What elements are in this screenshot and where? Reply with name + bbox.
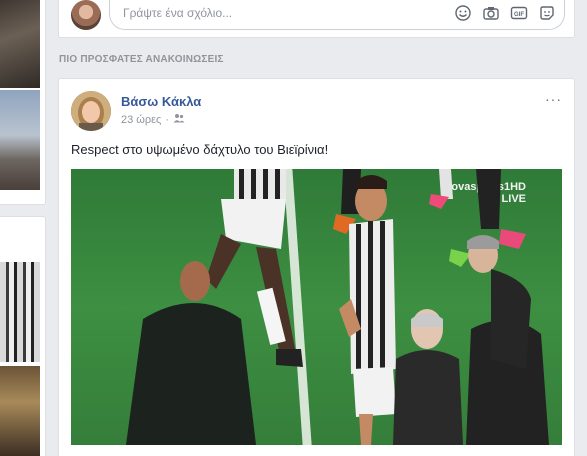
svg-text:GIF: GIF [514,12,524,18]
left-sidebar [0,0,46,456]
gif-icon[interactable]: GIF [510,4,528,22]
camera-icon[interactable] [482,4,500,22]
sidebar-photo-thumbnail[interactable] [0,0,40,88]
emoji-icon[interactable] [454,4,472,22]
post-time[interactable]: 23 ώρες [121,114,161,126]
post-image[interactable]: ovasports1HD LIVE [71,169,562,445]
left-card-top [0,0,46,205]
friends-icon[interactable] [173,113,185,126]
more-options-button[interactable]: ··· [545,91,562,107]
comment-input[interactable]: Γράψτε ένα σχόλιο... GIF [109,0,565,30]
comment-composer: Γράψτε ένα σχόλιο... GIF [58,0,575,38]
section-header: ΠΙΟ ΠΡΟΣΦΑΤΕΣ ΑΝΑΚΟΙΝΩΣΕΙΣ [59,54,224,65]
post-meta: 23 ώρες · [121,113,185,126]
comment-placeholder: Γράψτε ένα σχόλιο... [123,6,233,20]
post-text: Respect στο υψωμένο δάχτυλο του Βιεϊρίνι… [71,142,329,157]
sidebar-photo-thumbnail[interactable] [0,262,40,362]
meta-separator: · [165,113,170,126]
sticker-icon[interactable] [538,4,556,22]
sidebar-photo-thumbnail[interactable] [0,366,40,456]
post-card: Βάσω Κάκλα 23 ώρες · ··· Respect στο υψω… [58,78,575,456]
avatar[interactable] [71,91,111,131]
post-author[interactable]: Βάσω Κάκλα [121,94,201,109]
avatar [71,0,101,30]
match-scene [126,169,549,445]
sidebar-photo-thumbnail[interactable] [0,90,40,190]
